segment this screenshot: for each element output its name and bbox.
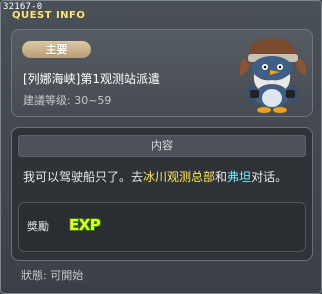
quest-type-badge: 主要: [22, 41, 91, 58]
desc-text-after: 对话。: [251, 170, 288, 184]
desc-text-and: 和: [215, 170, 228, 184]
quest-status: 狀態: 可開始: [21, 269, 84, 282]
quest-description: 我可以驾驶船只了。去冰川观测总部和弗坦对话。: [23, 168, 308, 185]
location-link: 冰川观测总部: [143, 170, 216, 184]
quest-name: [列娜海峡]第1观测站派遣: [23, 72, 160, 86]
content-heading: 内容: [18, 135, 306, 157]
quest-info-window: 32167-0 QUEST INFO 主要 [列娜海峡]第1观测站派遣 建議等级…: [0, 0, 322, 294]
quest-header-panel: 主要 [列娜海峡]第1观测站派遣 建議等级: 30~59: [11, 29, 313, 117]
desc-text-before: 我可以驾驶船只了。去: [23, 170, 144, 184]
reward-box: 獎勵 EXP: [18, 202, 306, 252]
penguin-npc-icon: [239, 38, 307, 113]
quest-content-panel: 内容 我可以驾驶船只了。去冰川观测总部和弗坦对话。 獎勵 EXP: [11, 127, 313, 261]
window-title: QUEST INFO: [12, 10, 86, 21]
exp-icon: EXP: [69, 216, 101, 234]
quest-level: 建議等级: 30~59: [23, 94, 112, 107]
npc-name-link: 弗坦: [227, 170, 252, 184]
reward-label: 獎勵: [27, 220, 49, 233]
